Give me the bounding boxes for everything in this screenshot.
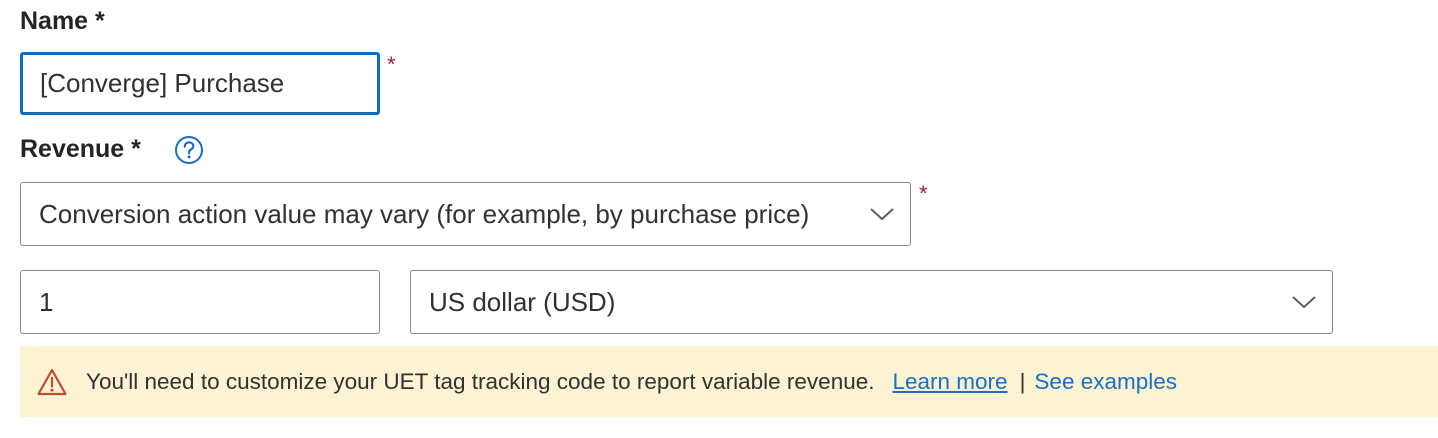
revenue-required-marker: * xyxy=(919,181,928,206)
warning-text: You'll need to customize your UET tag tr… xyxy=(86,368,875,394)
chevron-down-icon xyxy=(868,200,896,228)
see-examples-link[interactable]: See examples xyxy=(1034,369,1177,395)
learn-more-link[interactable]: Learn more xyxy=(893,369,1008,395)
revenue-type-selected-value: Conversion action value may vary (for ex… xyxy=(39,198,810,229)
revenue-amount-input[interactable] xyxy=(39,286,379,318)
chevron-down-icon xyxy=(1290,288,1318,316)
name-required-marker: * xyxy=(387,52,396,77)
name-label: Name * xyxy=(20,7,105,35)
currency-dropdown[interactable]: US dollar (USD) xyxy=(410,270,1333,334)
revenue-amount-wrapper[interactable] xyxy=(20,270,380,334)
name-input-wrapper[interactable] xyxy=(20,52,380,115)
revenue-type-dropdown[interactable]: Conversion action value may vary (for ex… xyxy=(20,182,911,246)
warning-triangle-icon xyxy=(36,367,68,397)
currency-selected-value: US dollar (USD) xyxy=(429,286,616,317)
revenue-label: Revenue * xyxy=(20,135,141,163)
name-input[interactable] xyxy=(40,68,377,99)
question-circle-icon[interactable] xyxy=(174,135,204,165)
link-separator: | xyxy=(1019,368,1026,394)
warning-message-bar: You'll need to customize your UET tag tr… xyxy=(20,346,1438,417)
